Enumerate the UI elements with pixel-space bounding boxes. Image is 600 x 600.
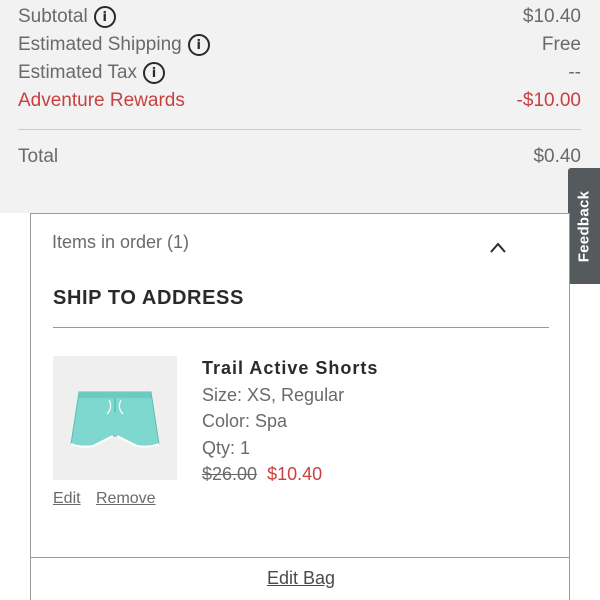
shipping-row: Estimated Shipping i Free (18, 31, 581, 59)
product-color: Color: Spa (202, 411, 288, 431)
ship-to-address-title: SHIP TO ADDRESS (53, 287, 244, 309)
feedback-tab[interactable]: Feedback (568, 168, 600, 284)
product-price: $26.00 $10.40 (202, 464, 322, 485)
info-icon[interactable]: i (93, 6, 116, 28)
shorts-icon (70, 391, 160, 448)
info-icon[interactable]: i (187, 34, 210, 56)
product-qty: Qty: 1 (202, 438, 251, 458)
summary-divider (18, 129, 581, 130)
rewards-row: Adventure Rewards -$10.00 (18, 87, 581, 115)
order-summary: Subtotal i $10.40 Estimated Shipping i F… (0, 0, 600, 213)
order-items-panel: Items in order (1) SHIP TO ADDRESS Trail… (30, 213, 570, 558)
edit-item-link[interactable]: Edit (53, 490, 81, 508)
chevron-up-icon[interactable] (490, 240, 506, 256)
shipping-label: Estimated Shipping (18, 34, 182, 55)
tax-value: -- (568, 62, 581, 83)
product-image[interactable] (53, 356, 177, 480)
remove-item-link[interactable]: Remove (96, 490, 156, 508)
info-icon[interactable]: i (142, 62, 165, 84)
rewards-value: -$10.00 (516, 90, 581, 111)
tax-label: Estimated Tax (18, 62, 137, 83)
subtotal-row: Subtotal i $10.40 (18, 3, 581, 31)
sale-price: $10.40 (267, 464, 323, 484)
subtotal-label: Subtotal (18, 6, 88, 27)
edit-bag-link[interactable]: Edit Bag (31, 568, 571, 589)
ship-divider (53, 327, 549, 328)
edit-bag-section: Edit Bag (30, 557, 570, 600)
items-in-order-header[interactable]: Items in order (1) (52, 232, 189, 253)
original-price: $26.00 (202, 464, 258, 484)
rewards-label: Adventure Rewards (18, 90, 185, 111)
total-label: Total (18, 146, 59, 167)
tax-row: Estimated Tax i -- (18, 59, 581, 87)
total-value: $0.40 (533, 146, 581, 167)
product-name[interactable]: Trail Active Shorts (202, 358, 378, 379)
feedback-label: Feedback (575, 190, 593, 262)
product-size: Size: XS, Regular (202, 385, 345, 405)
subtotal-value: $10.40 (522, 6, 581, 27)
shipping-value: Free (541, 34, 581, 55)
total-row: Total $0.40 (18, 143, 581, 171)
